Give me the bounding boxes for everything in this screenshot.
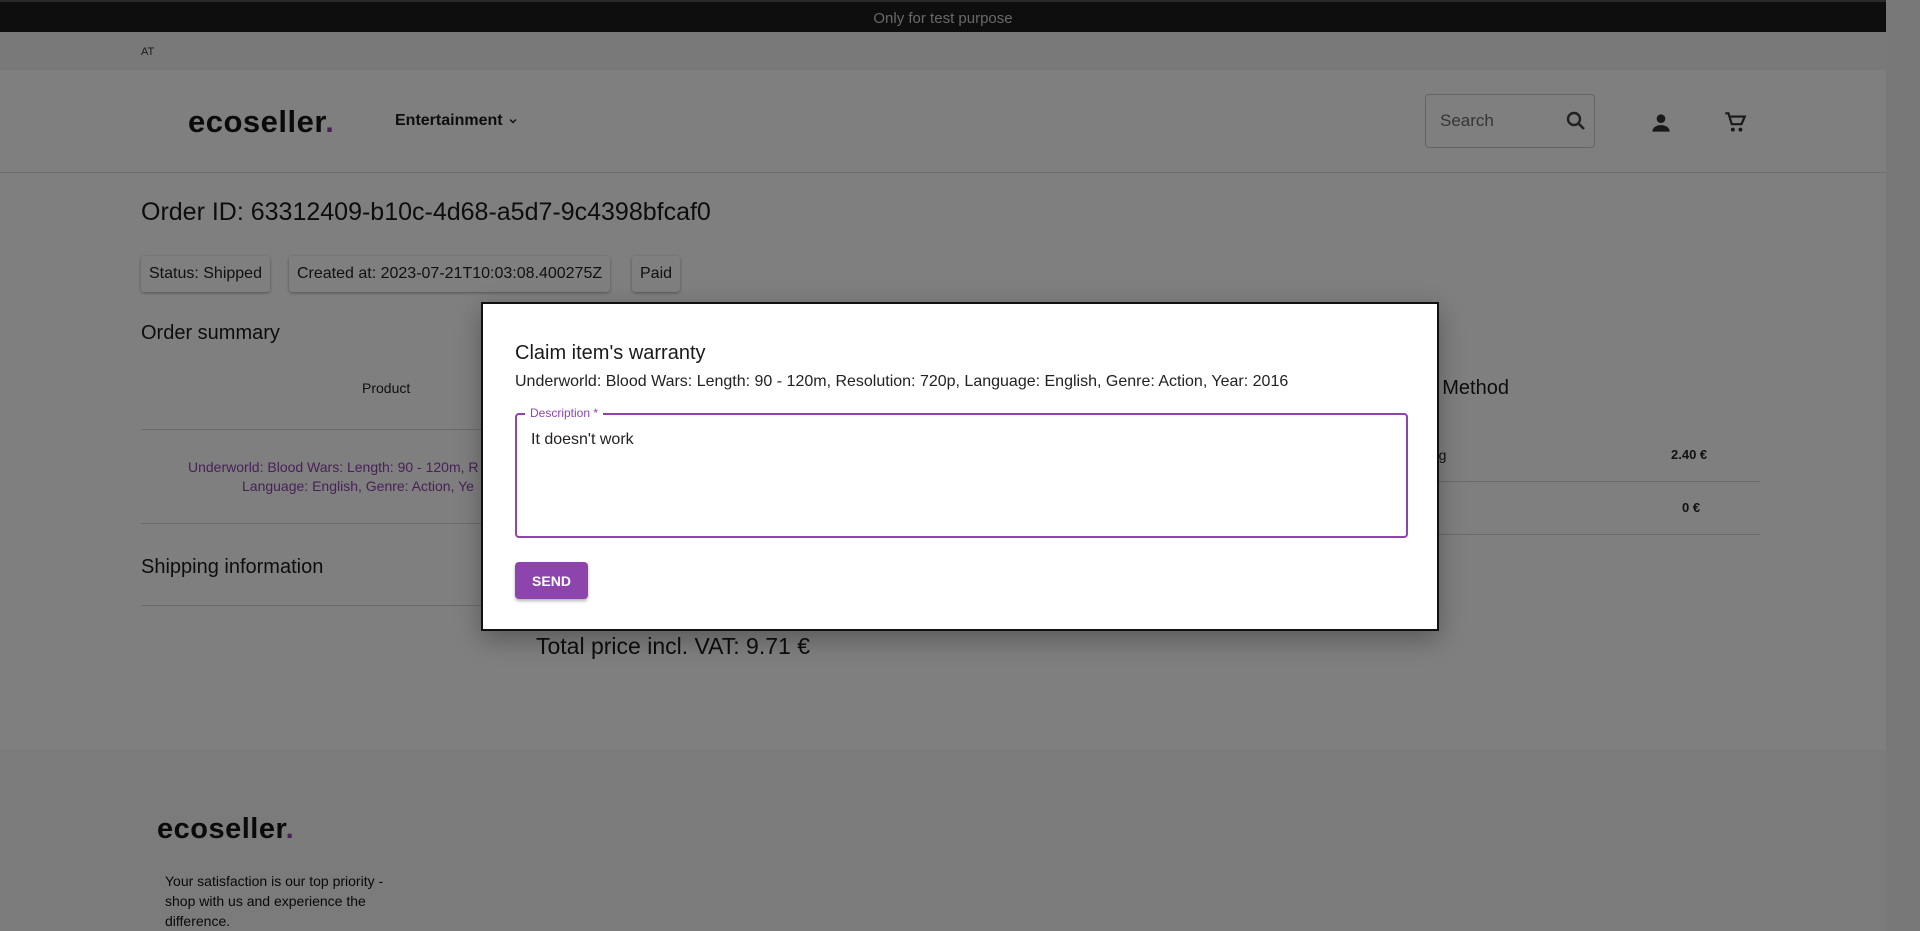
description-label: Description * [525, 406, 604, 420]
dialog-title: Claim item's warranty [515, 342, 706, 364]
dialog-product-description: Underworld: Blood Wars: Length: 90 - 120… [515, 373, 1289, 390]
send-button[interactable]: SEND [515, 562, 588, 599]
warranty-claim-dialog: Claim item's warranty Underworld: Blood … [481, 302, 1439, 631]
description-field[interactable]: Description * It doesn't work [515, 406, 1408, 538]
description-textarea[interactable]: It doesn't work [529, 429, 1393, 529]
